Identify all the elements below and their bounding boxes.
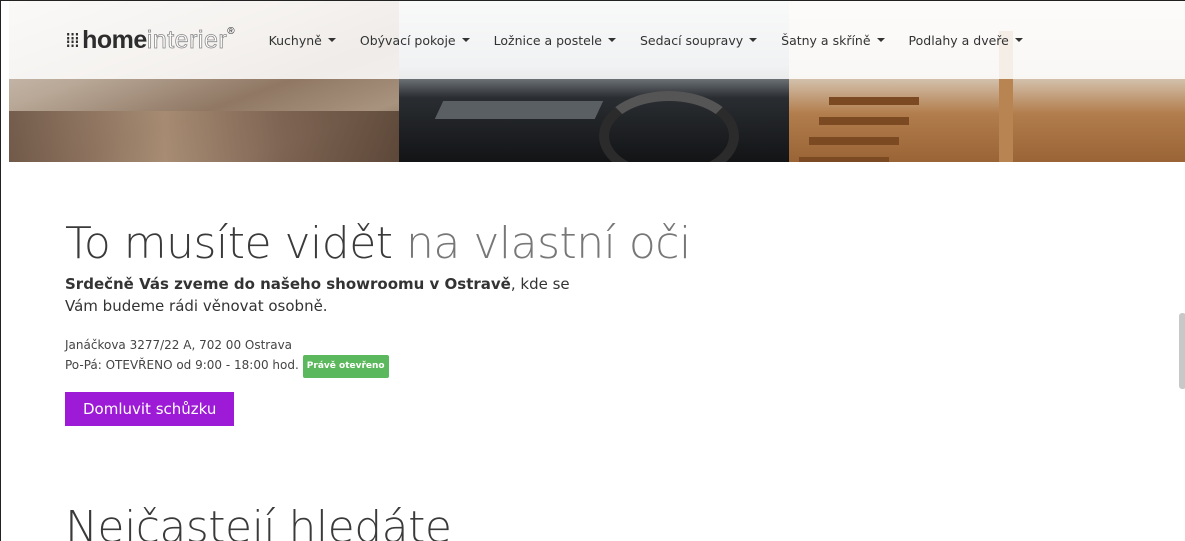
lead-bold: Srdečně Vás zveme do našeho showroomu v … <box>65 275 511 293</box>
caret-down-icon <box>749 38 758 42</box>
nav-item-label: Kuchyně <box>268 32 322 48</box>
hero-stair <box>819 117 909 125</box>
caret-down-icon <box>327 38 336 42</box>
headline-light: na vlastní oči <box>406 218 691 269</box>
logo-mark-icon: ⁞⁞⁞ <box>65 28 80 52</box>
showroom-section: To musíte vidět na vlastní oči Srdečně V… <box>65 215 691 426</box>
logo-home-text: home <box>82 25 147 54</box>
nav-item-label: Ložnice a postele <box>493 32 602 48</box>
nav-item-label: Sedací soupravy <box>639 32 744 48</box>
caret-down-icon <box>607 38 616 42</box>
nav-item-obyvaci-pokoje[interactable]: Obývací pokoje <box>348 33 482 48</box>
nav-item-label: Obývací pokoje <box>359 32 456 48</box>
nav-item-label: Šatny a skříně <box>781 32 871 48</box>
logo-registered-mark: ® <box>227 26 235 37</box>
hero-stair <box>829 97 919 105</box>
site-logo[interactable]: ⁞⁞⁞ home interier ® <box>65 20 235 60</box>
showroom-hours: Po-Pá: OTEVŘENO od 9:00 - 18:00 hod. <box>65 358 299 372</box>
nav-item-sedaci-soupravy[interactable]: Sedací soupravy <box>628 33 769 48</box>
top-navbar: ⁞⁞⁞ home interier ® Kuchyně Obývací poko… <box>9 1 1185 79</box>
headline-main: To musíte vidět <box>65 218 407 269</box>
open-now-badge: Právě otevřeno <box>302 355 389 378</box>
nav-item-podlahy[interactable]: Podlahy a dveře <box>897 33 1035 48</box>
nav-item-loznice[interactable]: Ložnice a postele <box>482 33 628 48</box>
logo-interier-text: interier <box>146 25 228 54</box>
nav-item-kuchyne[interactable]: Kuchyně <box>257 33 348 48</box>
scrollbar-thumb[interactable] <box>1179 313 1185 389</box>
main-menu: Kuchyně Obývací pokoje Ložnice a postele… <box>257 33 1035 48</box>
page-frame: ⁞⁞⁞ home interier ® Kuchyně Obývací poko… <box>0 0 1185 541</box>
hero-glare <box>434 101 604 119</box>
nav-item-satny[interactable]: Šatny a skříně <box>769 33 896 48</box>
caret-down-icon <box>1014 38 1023 42</box>
caret-down-icon <box>876 38 885 42</box>
showroom-hours-row: Po-Pá: OTEVŘENO od 9:00 - 18:00 hod. Práv… <box>65 355 691 378</box>
nav-item-label: Podlahy a dveře <box>908 32 1009 48</box>
showroom-headline: To musíte vidět na vlastní oči <box>65 215 691 273</box>
showroom-address: Janáčkova 3277/22 A, 702 00 Ostrava <box>65 338 293 352</box>
most-searched-title: Nejčastejí hledáte <box>65 502 452 541</box>
hero-stair <box>799 157 889 162</box>
showroom-lead: Srdečně Vás zveme do našeho showroomu v … <box>65 273 585 317</box>
showroom-info: Janáčkova 3277/22 A, 702 00 Ostrava Po-P… <box>65 336 691 378</box>
caret-down-icon <box>461 38 470 42</box>
book-appointment-button[interactable]: Domluvit schůzku <box>65 392 235 426</box>
hero-chair-shape <box>599 91 739 162</box>
hero-stair <box>809 137 899 145</box>
